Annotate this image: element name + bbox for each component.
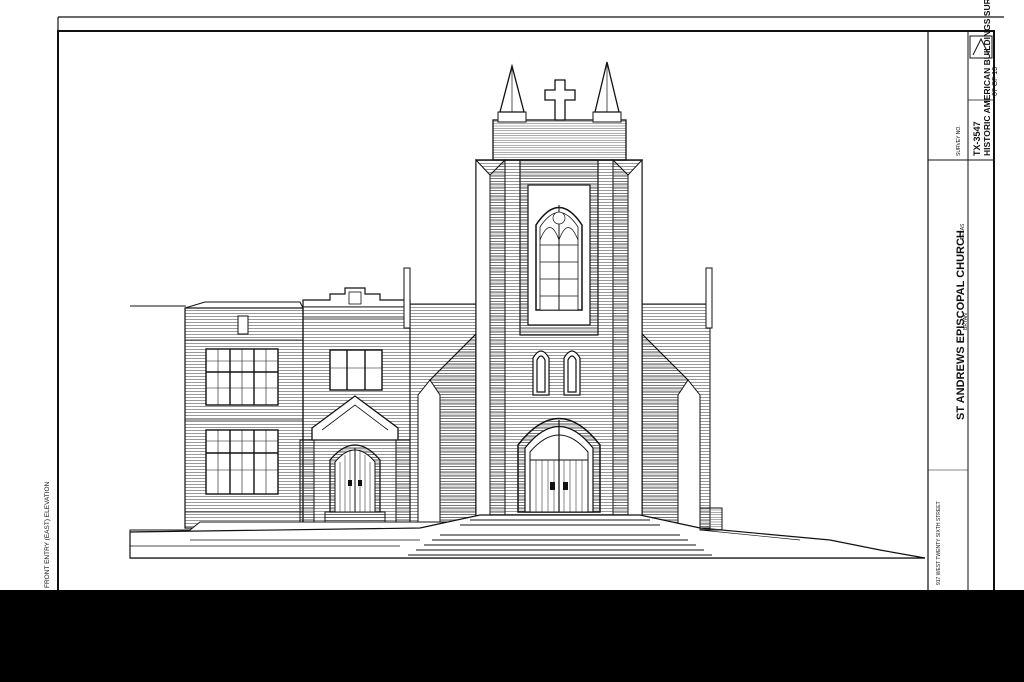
state-label: TEXAS — [960, 223, 966, 240]
elevation-caption: FRONT ENTRY (EAST) ELEVATION — [44, 481, 51, 588]
parish-hall-wing — [184, 301, 304, 529]
hall-window-lower — [205, 429, 279, 495]
address-label: 917 WEST TWENTY SIXTH STREET — [936, 501, 942, 585]
lancet-window-left — [532, 350, 550, 396]
drawing-sheet: HISTORIC AMERICAN BUILDINGS SURVEY 07 OF… — [0, 0, 1024, 590]
middle-wing — [299, 287, 411, 529]
city-label: BRYAN — [963, 313, 969, 330]
program-title: HISTORIC AMERICAN BUILDINGS SURVEY — [982, 0, 992, 156]
survey-number: TX-3547 — [972, 121, 982, 156]
bottom-black-band — [0, 590, 1024, 682]
survey-number-label: SURVEY NO. — [956, 125, 962, 156]
middle-window-upper — [329, 349, 383, 391]
lancet-window-right — [563, 350, 581, 396]
pinnacle-right — [592, 61, 622, 123]
main-portal — [517, 417, 601, 513]
hall-window-upper — [205, 348, 279, 406]
cross-icon — [544, 79, 576, 121]
bell-tower — [475, 61, 643, 529]
elevation-drawing — [57, 16, 1004, 590]
belfry-window — [535, 205, 583, 311]
pinnacle-left — [497, 63, 527, 123]
sheet-number: 07 OF 13 — [992, 66, 999, 96]
